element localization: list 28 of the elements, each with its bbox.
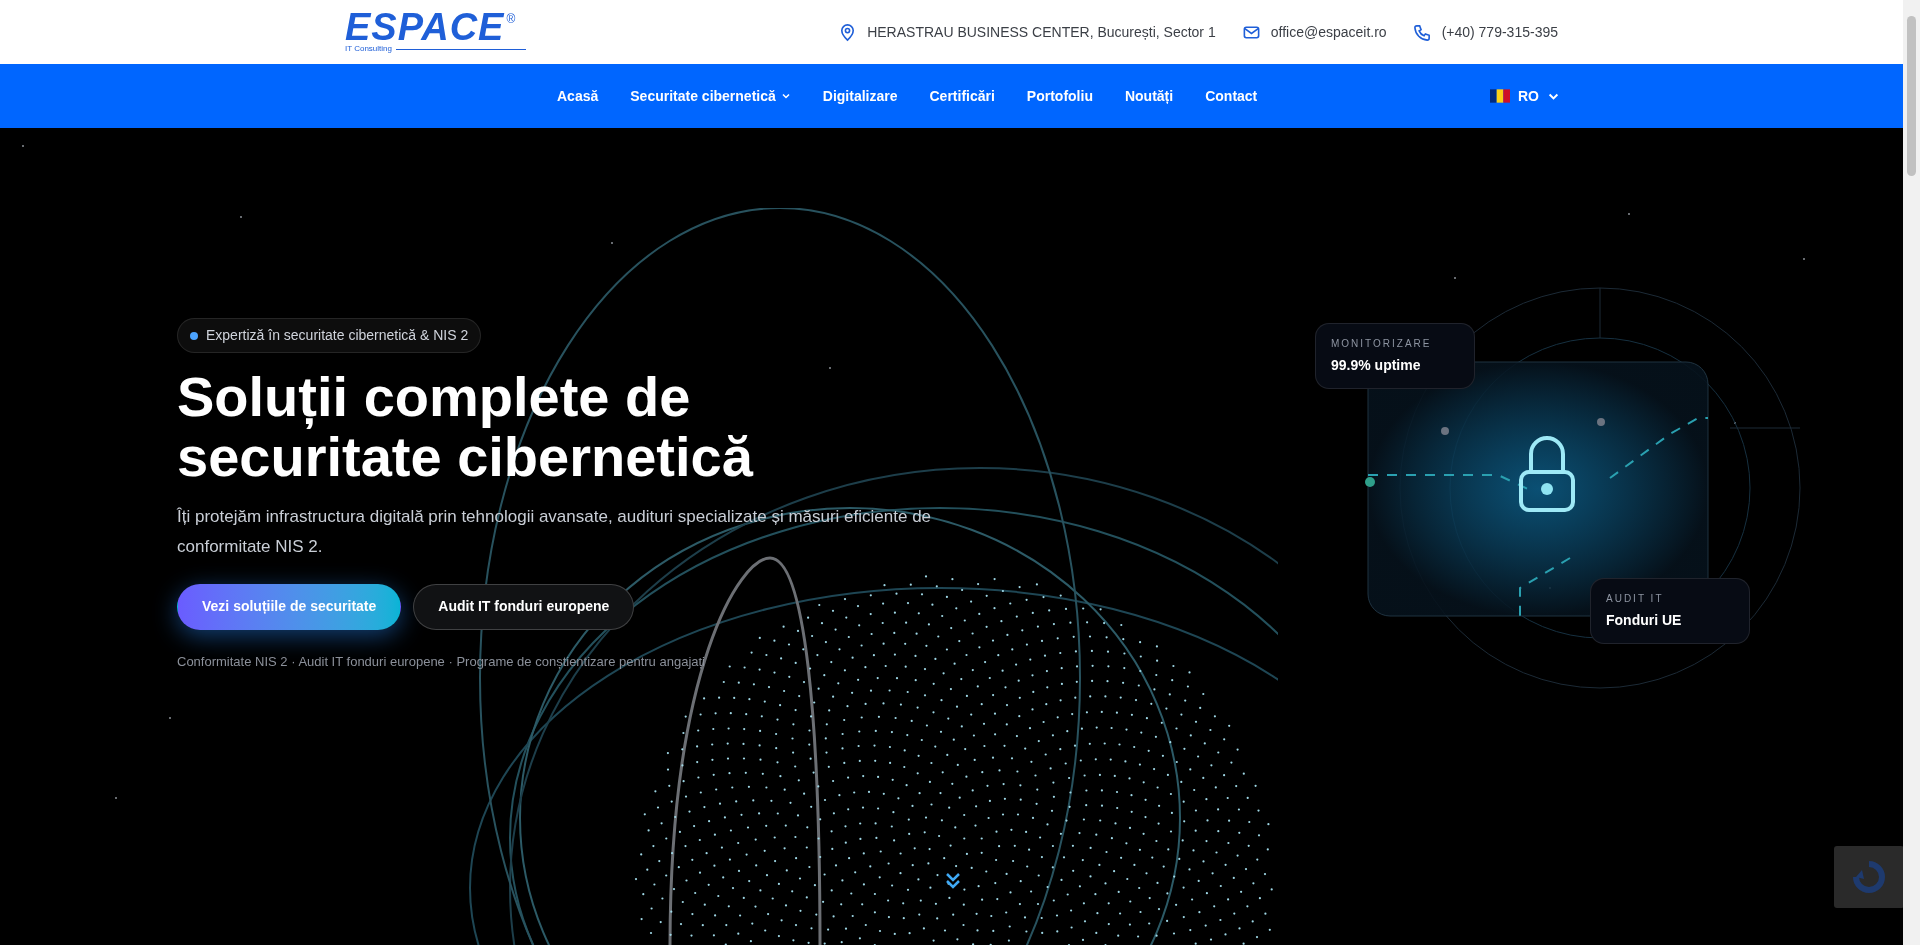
nav-link[interactable]: Contact [1205,85,1258,107]
phone-icon [1412,22,1432,42]
nav-link[interactable]: Acasă [557,85,599,107]
solutions-button[interactable]: Vezi soluțiile de securitate [177,583,402,630]
nav-link[interactable]: Certificări [929,85,995,107]
hero-description: Îți protejăm infrastructura digitală prin tehnologii avansate, audituri specializate și măsuri eficiente de conformitate NIS 2. [177,505,933,558]
double-chevron-down-icon[interactable] [943,871,963,891]
espace-logo[interactable]: ESPACE® IT Consulting [345,10,526,54]
address-text: HERASTRAU BUSINESS CENTER, București, Sector 1 [867,22,1216,42]
email-link[interactable]: office@espaceit.ro [1270,21,1387,43]
audit-button[interactable]: Audit IT fonduri europene [413,583,635,630]
nav-dropdown[interactable]: Securitate cibernetică [630,85,791,107]
hero-heading: Soluții complete de securitate cibernetică [177,367,755,488]
stat-label: MONITORIZARE [1331,337,1433,351]
flag-icon [1490,89,1510,103]
recaptcha-icon [1852,860,1886,894]
phone-link[interactable]: (+40) 779-315-395 [1441,21,1558,43]
scrollbar-thumb[interactable] [1907,16,1916,176]
nav-link[interactable]: Portofoliu [1026,85,1093,107]
scrollbar[interactable] [1903,0,1920,945]
tag-text: Expertiză în securitate cibernetică & NIS 2 [206,326,469,345]
nav-link[interactable]: Noutăți [1124,85,1174,107]
stat-value: 99.9% uptime [1331,356,1422,375]
nav-link[interactable]: Digitalizare [822,85,898,107]
stat-label: AUDIT IT [1606,592,1665,606]
chevron-down-icon [780,91,791,101]
language-selector[interactable]: RO [1490,85,1560,107]
stat-value: Fonduri UE [1606,611,1683,630]
